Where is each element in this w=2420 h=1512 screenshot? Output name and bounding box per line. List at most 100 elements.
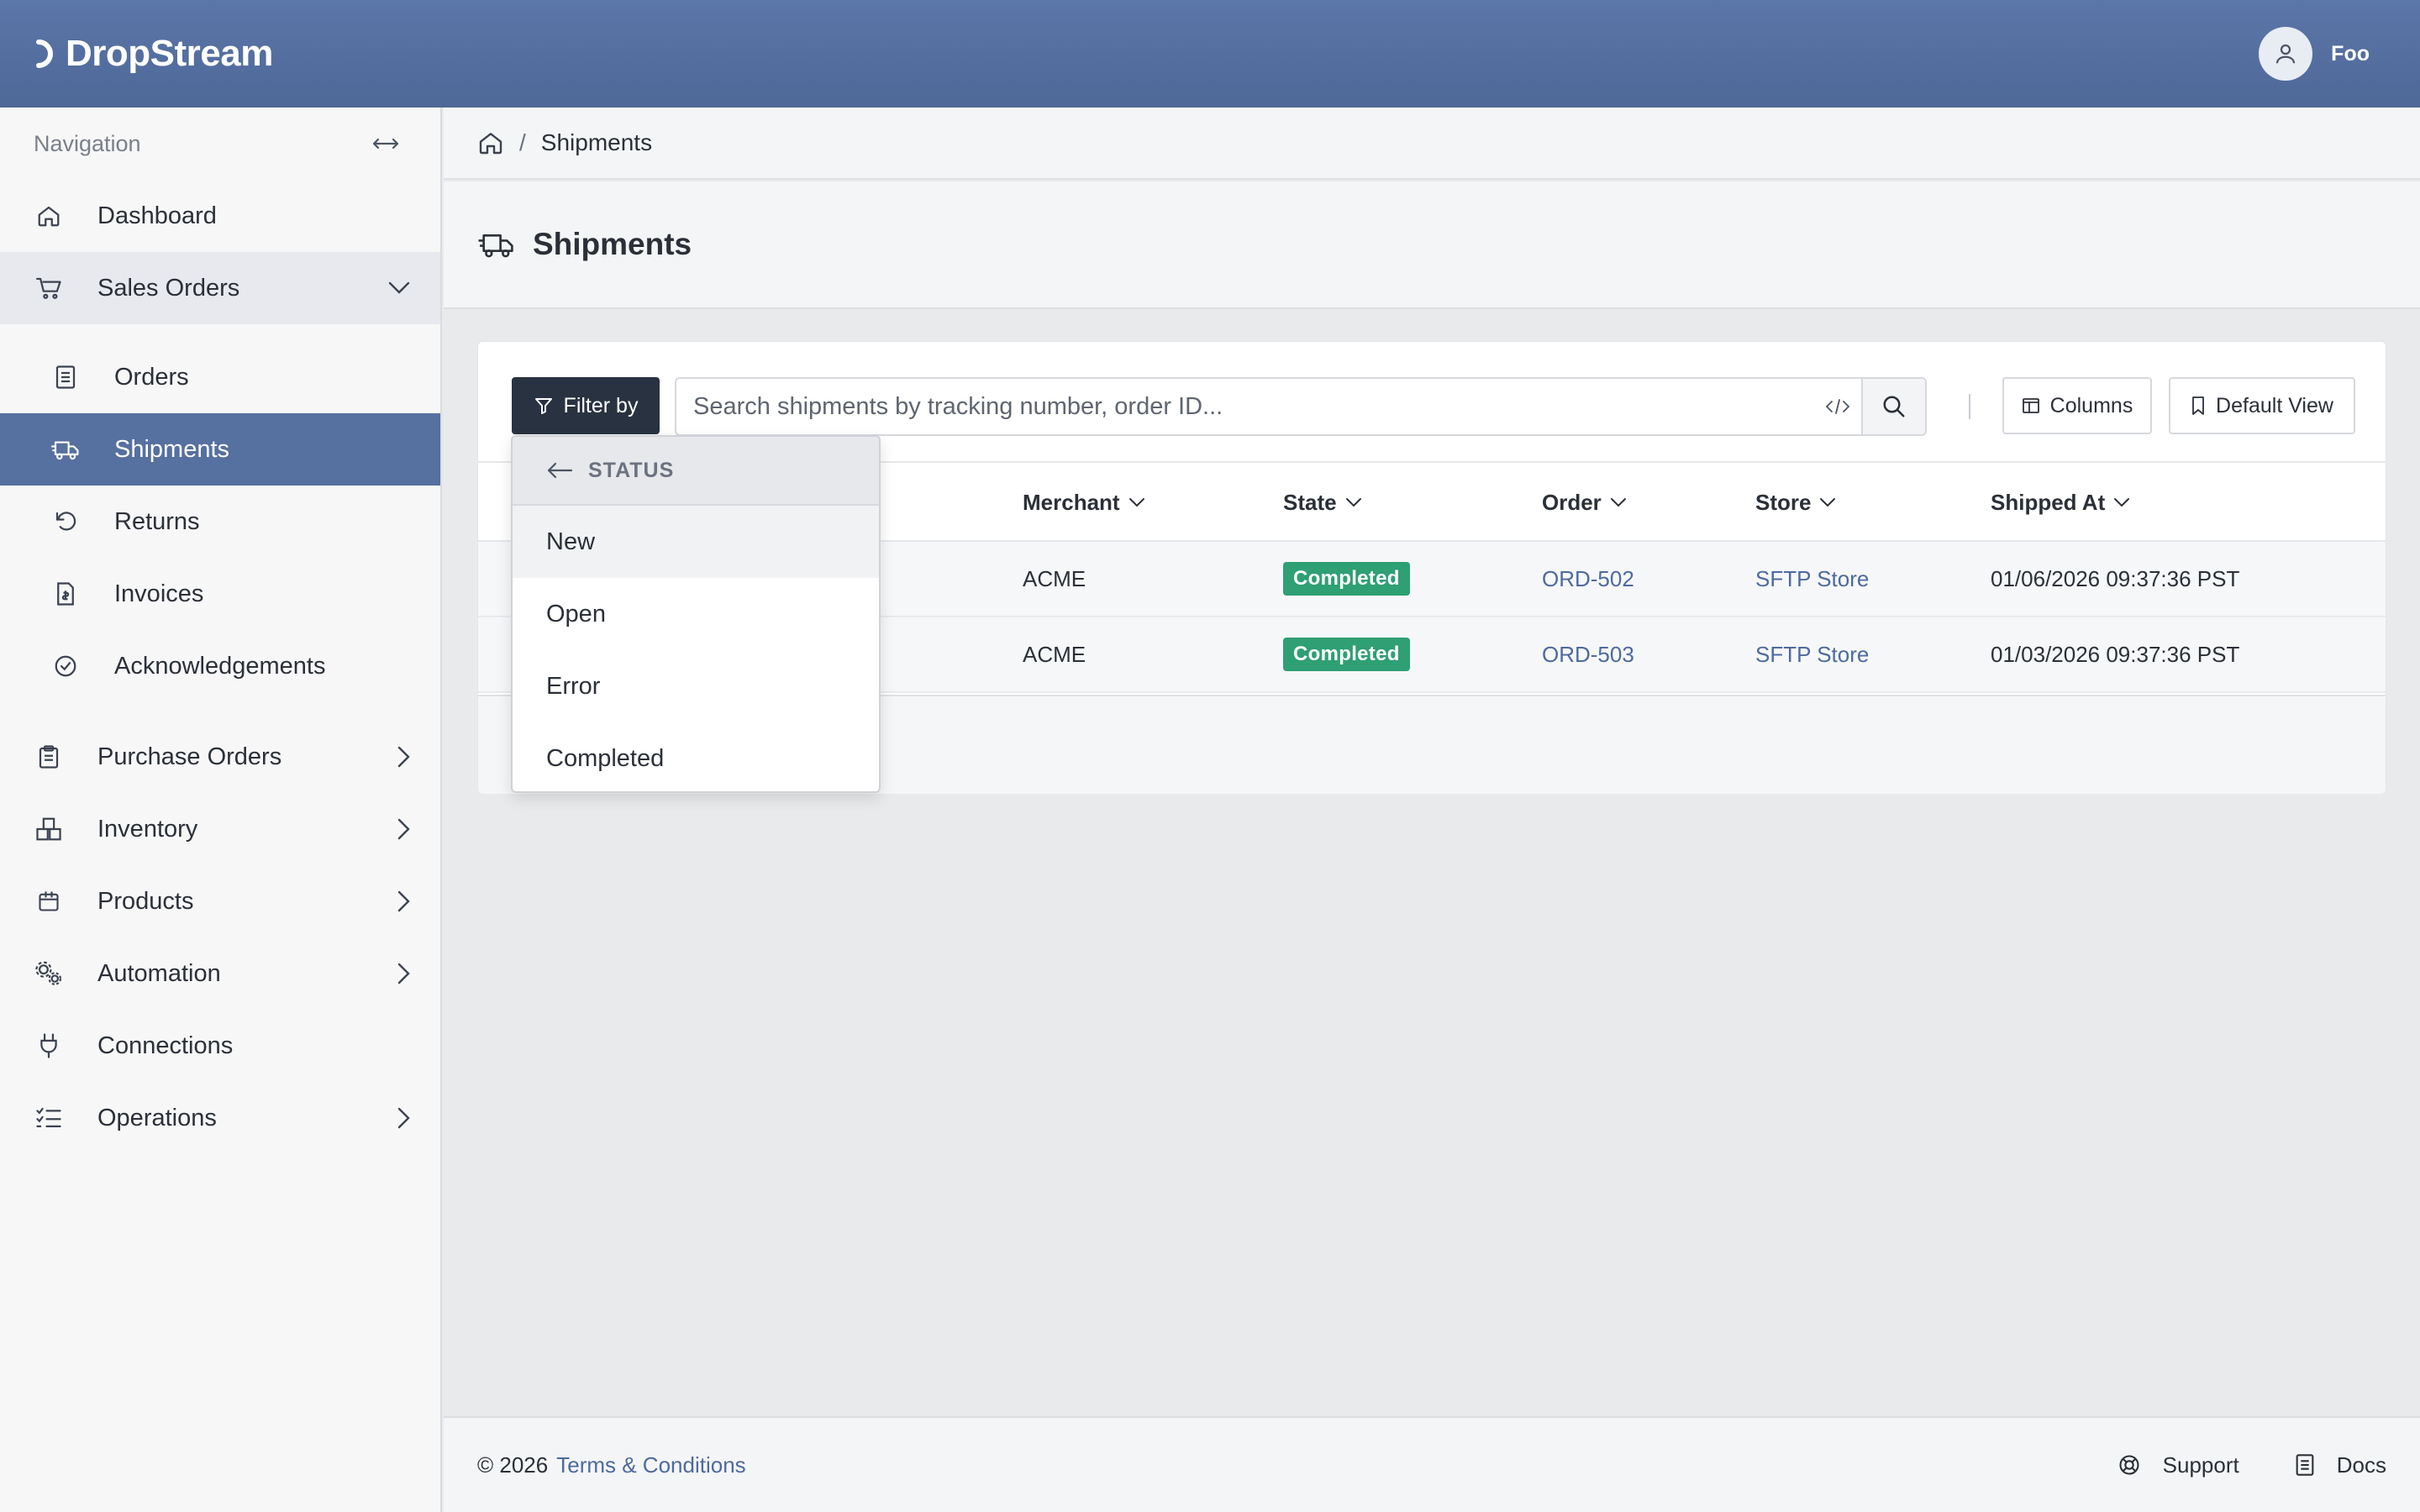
document-icon [55,365,76,389]
page-title: Shipments [533,227,692,261]
breadcrumb-current: Shipments [540,129,653,155]
plug-icon [40,1033,57,1058]
code-icon [1825,399,1850,414]
search-icon [1883,396,1905,417]
default-view-label: Default View [2216,393,2333,417]
column-header-shipped-at[interactable]: Shipped At [1991,463,2130,542]
sidebar-item-label: Dashboard [97,202,217,229]
sidebar-item-sales-orders[interactable]: Sales Orders [0,252,440,324]
filter-option-open[interactable]: Open [513,578,879,650]
filter-dropdown: STATUS New Open Error Completed [511,435,881,793]
column-header-order[interactable]: Order [1542,463,1627,542]
columns-icon [2022,398,2039,413]
breadcrumb: / Shipments [444,108,2420,180]
top-header: DropStream Foo [0,0,2420,108]
docs-link[interactable]: Docs [2295,1452,2386,1478]
cell-merchant: ACME [1023,565,1086,591]
package-icon [39,891,59,911]
chevron-down-icon [1610,498,1626,507]
column-header-label: State [1283,489,1337,515]
search-box [675,377,1927,436]
sidebar-item-label: Products [97,887,194,915]
column-header-label: Merchant [1023,489,1120,515]
support-link[interactable]: Support [2118,1452,2239,1478]
default-view-button[interactable]: Default View [2169,377,2355,434]
store-link[interactable]: SFTP Store [1755,617,1869,691]
lifebuoy-icon [2119,1455,2139,1475]
footer-legal: © 2026 Terms & Conditions [477,1452,746,1478]
search-button[interactable] [1861,379,1925,434]
dropdown-header-label: STATUS [588,458,675,482]
brand-logo[interactable]: DropStream [34,33,273,75]
sidebar-item-products[interactable]: Products [0,865,440,937]
column-header-label: Store [1755,489,1812,515]
sidebar-item-orders[interactable]: Orders [0,341,440,413]
column-header-state[interactable]: State [1283,463,1362,542]
user-name[interactable]: Foo [2331,42,2370,66]
terms-link[interactable]: Terms & Conditions [556,1452,745,1478]
sidebar-item-inventory[interactable]: Inventory [0,793,440,865]
sidebar-item-label: Sales Orders [97,274,240,302]
dropstream-logo-icon [36,39,53,68]
sidebar-item-acknowledgements[interactable]: Acknowledgements [0,630,440,702]
order-link[interactable]: ORD-502 [1542,542,1634,616]
sidebar-item-label: Inventory [97,815,198,843]
cell-state: Completed [1283,617,1410,691]
filter-option-completed[interactable]: Completed [513,722,879,791]
column-header-merchant[interactable]: Merchant [1023,463,1145,542]
sidebar-item-invoices[interactable]: Invoices [0,558,440,630]
status-badge: Completed [1283,638,1410,671]
advanced-query-toggle[interactable] [1814,379,1861,434]
user-menu[interactable]: Foo [2259,27,2370,81]
columns-label: Columns [2049,393,2133,417]
page-footer: © 2026 Terms & Conditions Support Docs [444,1416,2420,1512]
column-header-store[interactable]: Store [1755,463,1836,542]
sidebar-item-automation[interactable]: Automation [0,937,440,1010]
support-label: Support [2162,1452,2239,1478]
column-header-label: Shipped At [1991,489,2106,515]
chevron-right-icon [397,746,410,768]
sidebar-item-shipments[interactable]: Shipments [0,413,440,486]
chevron-down-icon [2114,498,2130,507]
filter-option-new[interactable]: New [513,506,879,578]
sidebar-header: Navigation [0,108,440,180]
check-circle-icon [55,655,76,677]
chevron-right-icon [397,963,410,984]
status-badge: Completed [1283,562,1410,596]
filter-option-error[interactable]: Error [513,650,879,722]
chevron-down-icon [1128,498,1144,507]
home-icon[interactable] [477,129,504,156]
filter-icon [534,398,552,414]
collapse-toggle-icon[interactable] [371,135,400,152]
brand-name: DropStream [66,33,273,74]
store-link[interactable]: SFTP Store [1755,542,1869,616]
sidebar-item-purchase-orders[interactable]: Purchase Orders [0,721,440,793]
search-input[interactable] [676,379,1814,434]
chevron-right-icon [397,818,410,840]
arrow-left-icon [547,462,573,479]
clipboard-icon [39,745,59,769]
columns-button[interactable]: Columns [2002,377,2152,434]
toolbar-divider [1969,394,1970,419]
sidebar-item-dashboard[interactable]: Dashboard [0,180,440,252]
boxes-icon [36,817,61,841]
order-link[interactable]: ORD-503 [1542,617,1634,691]
dropdown-back-header[interactable]: STATUS [513,437,879,506]
avatar[interactable] [2259,27,2313,81]
breadcrumb-separator: / [519,129,526,155]
sidebar: Navigation Dashboard Sales Orders Orders… [0,108,442,1512]
filter-by-button[interactable]: Filter by [512,377,660,434]
docs-label: Docs [2336,1452,2386,1478]
cell-shipped-at: 01/03/2026 09:37:36 PST [1991,641,2240,667]
sidebar-item-returns[interactable]: Returns [0,486,440,558]
footer-links: Support Docs [2118,1452,2386,1478]
sidebar-item-connections[interactable]: Connections [0,1010,440,1082]
cell-state: Completed [1283,542,1410,616]
docs-icon [2296,1454,2314,1476]
chevron-down-icon [1820,498,1836,507]
chevron-right-icon [397,890,410,912]
sidebar-item-operations[interactable]: Operations [0,1082,440,1154]
truck-icon [51,441,79,460]
sidebar-item-label: Returns [114,507,200,535]
chevron-down-icon [388,281,410,294]
